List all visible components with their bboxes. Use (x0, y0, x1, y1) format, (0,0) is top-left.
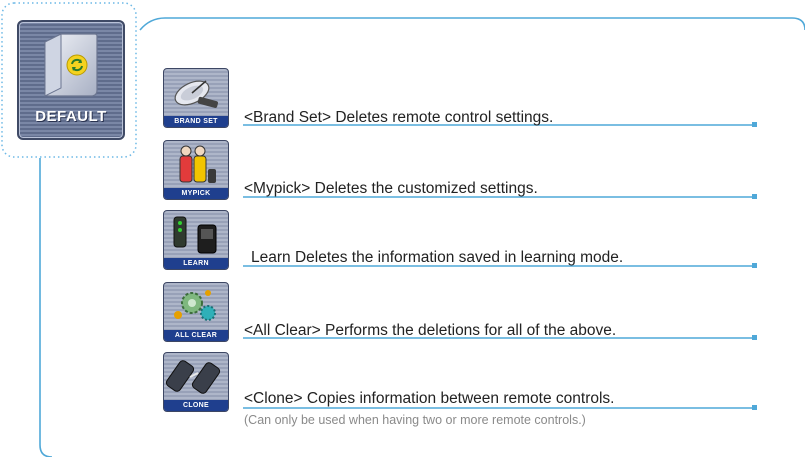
list-item-all-clear: ALL CLEAR <All Clear> Performs the delet… (163, 282, 763, 342)
learn-caption: Learn Deletes the information saved in l… (251, 249, 624, 266)
default-tile[interactable]: DEFAULT (10, 12, 128, 144)
folder-refresh-icon: DEFAULT (17, 20, 125, 140)
clone-icon-label: CLONE (164, 400, 228, 411)
brand-set-icon-label: BRAND SET (164, 116, 228, 127)
remote-device-icon[interactable]: LEARN (163, 210, 229, 270)
learn-icon-label: LEARN (164, 258, 228, 269)
people-icon[interactable]: MYPICK (163, 140, 229, 200)
satellite-dish-icon[interactable]: BRAND SET (163, 68, 229, 128)
folder-icon (44, 33, 98, 97)
list-item-brand-set: BRAND SET <Brand Set> Deletes remote con… (163, 68, 763, 128)
two-remotes-icon[interactable]: CLONE (163, 352, 229, 412)
brand-set-caption: <Brand Set> Deletes remote control setti… (244, 109, 554, 126)
all-clear-icon-label: ALL CLEAR (164, 330, 228, 341)
mypick-icon-label: MYPICK (164, 188, 228, 199)
list-item-clone: CLONE <Clone> Copies information between… (163, 352, 763, 427)
all-clear-caption: <All Clear> Performs the deletions for a… (244, 322, 617, 339)
default-label: DEFAULT (35, 108, 107, 125)
list-item-learn: LEARN Learn Deletes the information save… (163, 210, 763, 270)
mypick-caption: <Mypick> Deletes the customized settings… (244, 180, 538, 197)
list-item-mypick: MYPICK <Mypick> Deletes the customized s… (163, 140, 763, 200)
clone-note: (Can only be used when having two or mor… (244, 413, 586, 427)
clone-caption: <Clone> Copies information between remot… (244, 390, 615, 407)
gears-icon[interactable]: ALL CLEAR (163, 282, 229, 342)
